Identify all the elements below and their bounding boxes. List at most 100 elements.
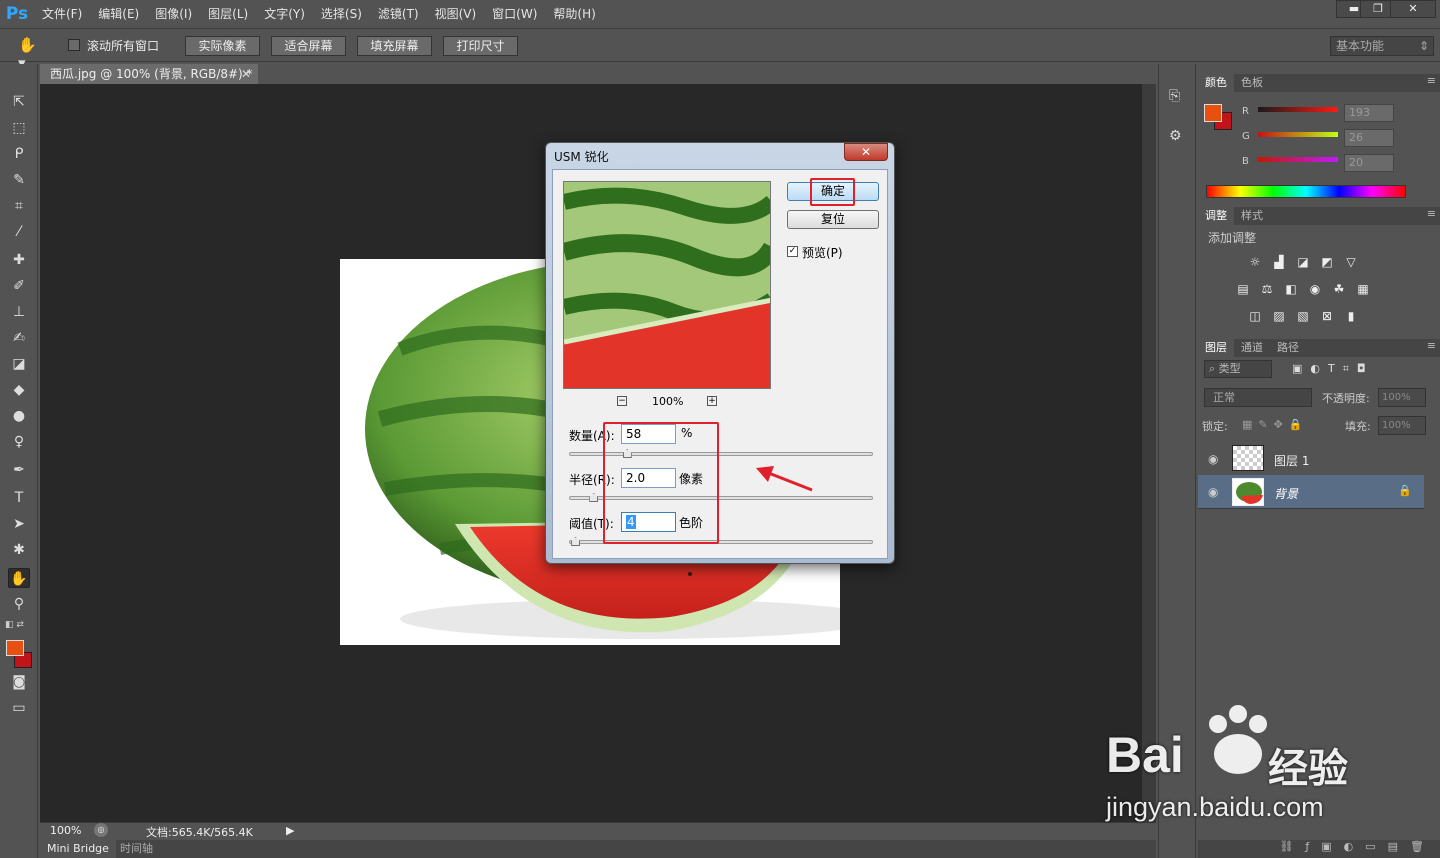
hue-saturation-icon[interactable]: ▤ xyxy=(1235,282,1251,296)
triangle-right-icon[interactable]: ▶ xyxy=(286,824,294,837)
opacity-input[interactable]: 100% xyxy=(1378,388,1426,407)
channel-g-value[interactable]: 26 xyxy=(1344,129,1394,147)
exposure-icon[interactable]: ◩ xyxy=(1319,255,1335,269)
menu-edit[interactable]: 编辑(E) xyxy=(90,0,147,28)
menu-layer[interactable]: 图层(L) xyxy=(200,0,256,28)
tab-channels[interactable]: 通道 xyxy=(1234,339,1270,357)
scroll-all-checkbox[interactable] xyxy=(68,39,80,51)
quick-mask-icon[interactable]: ◙ xyxy=(8,672,30,692)
reset-button[interactable]: 复位 xyxy=(787,210,879,229)
preview-window[interactable] xyxy=(563,181,771,389)
eye-icon[interactable]: ◉ xyxy=(1208,485,1218,499)
color-balance-icon[interactable]: ⚖ xyxy=(1259,282,1275,296)
layer-filter-icons[interactable]: ▣◐T⌗◘ xyxy=(1292,362,1374,376)
shape-tool-icon[interactable]: ✱ xyxy=(8,540,30,560)
black-white-icon[interactable]: ◧ xyxy=(1283,282,1299,296)
brightness-icon[interactable]: ☼ xyxy=(1247,255,1263,269)
gradient-map-icon[interactable]: ▮ xyxy=(1343,309,1359,323)
layer-name[interactable]: 背景 xyxy=(1274,485,1298,502)
history-brush-tool-icon[interactable]: ✍ xyxy=(8,328,30,348)
tab-layers[interactable]: 图层 xyxy=(1198,339,1234,357)
tab-paths[interactable]: 路径 xyxy=(1270,339,1306,357)
menu-filter[interactable]: 滤镜(T) xyxy=(370,0,427,28)
status-icon[interactable]: ◎ xyxy=(94,823,108,837)
fit-screen-button[interactable]: 适合屏幕 xyxy=(271,36,346,56)
channel-r-value[interactable]: 193 xyxy=(1344,104,1394,122)
channel-mixer-icon[interactable]: ☘ xyxy=(1331,282,1347,296)
channel-g-slider[interactable] xyxy=(1258,132,1338,137)
pen-tool-icon[interactable]: ✒ xyxy=(8,460,30,480)
blend-mode-select[interactable]: 正常 xyxy=(1204,388,1312,407)
layer-row-selected[interactable]: ◉ 背景 🔒 xyxy=(1198,475,1424,509)
panel-menu-icon[interactable]: ≡ xyxy=(1427,339,1436,352)
zoom-in-button[interactable]: + xyxy=(707,396,717,406)
zoom-tool-icon[interactable]: ⚲ xyxy=(8,594,30,614)
layers-footer-icons[interactable]: ⛓ƒ▣◐▭▤🗑 xyxy=(1198,840,1440,858)
menu-type[interactable]: 文字(Y) xyxy=(256,0,313,28)
blur-tool-icon[interactable]: ● xyxy=(8,406,30,426)
quick-select-tool-icon[interactable]: ✎ xyxy=(8,170,30,190)
menu-file[interactable]: 文件(F) xyxy=(34,0,90,28)
posterize-icon[interactable]: ▨ xyxy=(1271,309,1287,323)
radius-slider-thumb[interactable] xyxy=(589,493,599,502)
hand-tool-icon[interactable]: ✋ xyxy=(8,568,30,588)
dodge-tool-icon[interactable]: ♀ xyxy=(8,432,30,452)
tab-color[interactable]: 颜色 xyxy=(1198,74,1234,92)
menu-select[interactable]: 选择(S) xyxy=(313,0,370,28)
tab-swatches[interactable]: 色板 xyxy=(1234,74,1270,92)
layer-name[interactable]: 图层 1 xyxy=(1274,452,1309,469)
print-size-button[interactable]: 打印尺寸 xyxy=(443,36,518,56)
properties-panel-icon[interactable]: ⚙ xyxy=(1169,128,1182,144)
menu-image[interactable]: 图像(I) xyxy=(147,0,200,28)
layer-filter-select[interactable]: ⌕ 类型 xyxy=(1204,360,1272,378)
type-tool-icon[interactable]: T xyxy=(8,488,30,508)
threshold-icon[interactable]: ▧ xyxy=(1295,309,1311,323)
document-tab[interactable]: 西瓜.jpg @ 100% (背景, RGB/8#) * ✕ xyxy=(40,64,258,84)
curves-icon[interactable]: ◪ xyxy=(1295,255,1311,269)
invert-icon[interactable]: ◫ xyxy=(1247,309,1263,323)
menu-window[interactable]: 窗口(W) xyxy=(484,0,545,28)
path-select-tool-icon[interactable]: ➤ xyxy=(8,514,30,534)
lock-icons[interactable]: ▦✎✥🔒 xyxy=(1242,418,1309,431)
eyedropper-tool-icon[interactable]: ⁄ xyxy=(8,222,30,242)
eraser-tool-icon[interactable]: ◪ xyxy=(8,354,30,374)
close-tab-icon[interactable]: ✕ xyxy=(241,64,251,84)
panel-foreground-swatch[interactable] xyxy=(1204,104,1222,122)
crop-tool-icon[interactable]: ⌗ xyxy=(8,196,30,216)
fill-screen-button[interactable]: 填充屏幕 xyxy=(357,36,432,56)
screen-mode-icon[interactable]: ▭ xyxy=(8,698,30,718)
channel-r-slider[interactable] xyxy=(1258,107,1338,112)
photo-filter-icon[interactable]: ◉ xyxy=(1307,282,1323,296)
hand-tool-icon[interactable]: ✋▾ xyxy=(18,36,44,72)
fill-input[interactable]: 100% xyxy=(1378,416,1426,435)
eye-icon[interactable]: ◉ xyxy=(1208,452,1218,466)
channel-b-slider[interactable] xyxy=(1258,157,1338,162)
zoom-out-button[interactable]: − xyxy=(617,396,627,406)
tab-timeline[interactable]: 时间轴 xyxy=(120,840,153,858)
levels-icon[interactable]: ▟ xyxy=(1271,255,1287,269)
close-window-button[interactable]: ✕ xyxy=(1390,0,1436,18)
healing-brush-tool-icon[interactable]: ✚ xyxy=(8,250,30,270)
workspace-select[interactable]: 基本功能 ⇕ xyxy=(1330,36,1434,56)
menu-view[interactable]: 视图(V) xyxy=(427,0,485,28)
paint-bucket-tool-icon[interactable]: ◆ xyxy=(8,380,30,400)
actual-pixels-button[interactable]: 实际像素 xyxy=(185,36,260,56)
default-colors-icon[interactable]: ◧ ⇄ xyxy=(5,620,24,630)
foreground-color-swatch[interactable] xyxy=(6,640,24,656)
panel-menu-icon[interactable]: ≡ xyxy=(1427,207,1436,220)
zoom-level[interactable]: 100% xyxy=(50,824,81,837)
tab-styles[interactable]: 样式 xyxy=(1234,207,1270,225)
move-tool-icon[interactable]: ⇱ xyxy=(8,92,30,112)
menu-help[interactable]: 帮助(H) xyxy=(545,0,603,28)
color-lookup-icon[interactable]: ▦ xyxy=(1355,282,1371,296)
tab-adjustments[interactable]: 调整 xyxy=(1198,207,1234,225)
preview-checkbox[interactable]: ✓ xyxy=(787,246,798,257)
lasso-tool-icon[interactable]: ᑭ xyxy=(8,144,30,164)
vibrance-icon[interactable]: ▽ xyxy=(1343,255,1359,269)
brush-tool-icon[interactable]: ✐ xyxy=(8,276,30,296)
panel-menu-icon[interactable]: ≡ xyxy=(1427,74,1436,87)
selective-color-icon[interactable]: ⊠ xyxy=(1319,309,1335,323)
stamp-tool-icon[interactable]: ⊥ xyxy=(8,302,30,322)
dialog-close-button[interactable]: ✕ xyxy=(844,143,888,161)
marquee-tool-icon[interactable]: ⬚ xyxy=(8,118,30,138)
